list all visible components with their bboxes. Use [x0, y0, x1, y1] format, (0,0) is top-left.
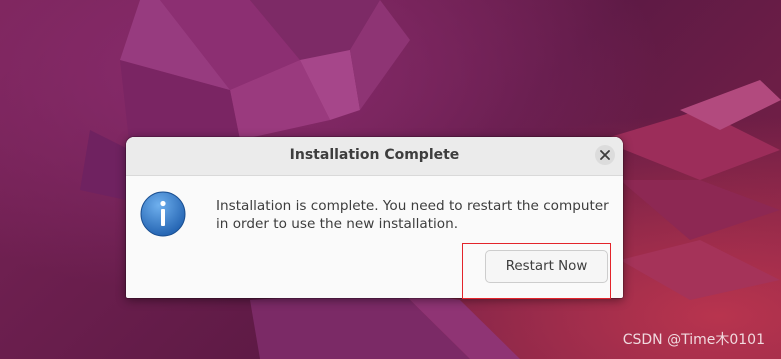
- close-button[interactable]: [595, 145, 615, 165]
- dialog-message: Installation is complete. You need to re…: [216, 197, 616, 233]
- message-line-2: in order to use the new installation.: [216, 216, 459, 232]
- installation-complete-dialog: Installation Complete Installation is co…: [126, 137, 623, 298]
- restart-now-button[interactable]: Restart Now: [485, 250, 608, 283]
- watermark-text: CSDN @Time木0101: [622, 332, 765, 348]
- message-line-1: Installation is complete. You need to re…: [216, 198, 609, 214]
- close-icon: [600, 150, 610, 160]
- dialog-title: Installation Complete: [289, 147, 460, 163]
- info-icon: [140, 191, 186, 237]
- dialog-titlebar: Installation Complete: [126, 137, 623, 176]
